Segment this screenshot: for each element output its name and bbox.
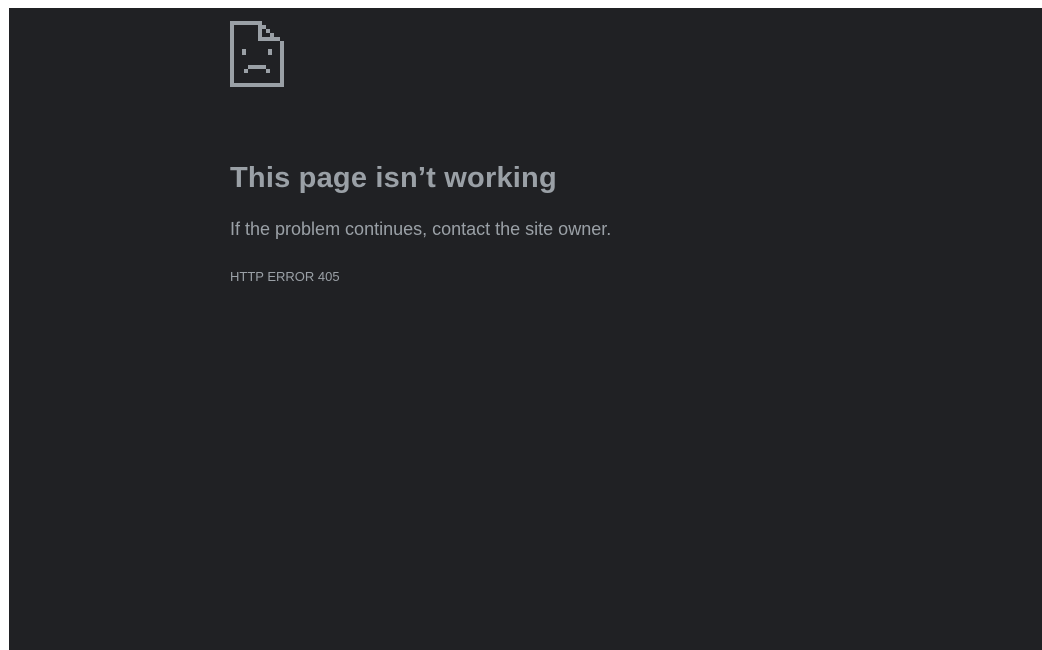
browser-viewport: This page isn’t working If the problem c… <box>9 8 1042 650</box>
error-message: If the problem continues, contact the si… <box>230 219 612 239</box>
sad-page-icon <box>230 21 286 89</box>
error-content: This page isn’t working If the problem c… <box>230 21 850 286</box>
page-title: This page isn’t working <box>230 162 557 194</box>
error-code: HTTP ERROR 405 <box>230 269 340 284</box>
